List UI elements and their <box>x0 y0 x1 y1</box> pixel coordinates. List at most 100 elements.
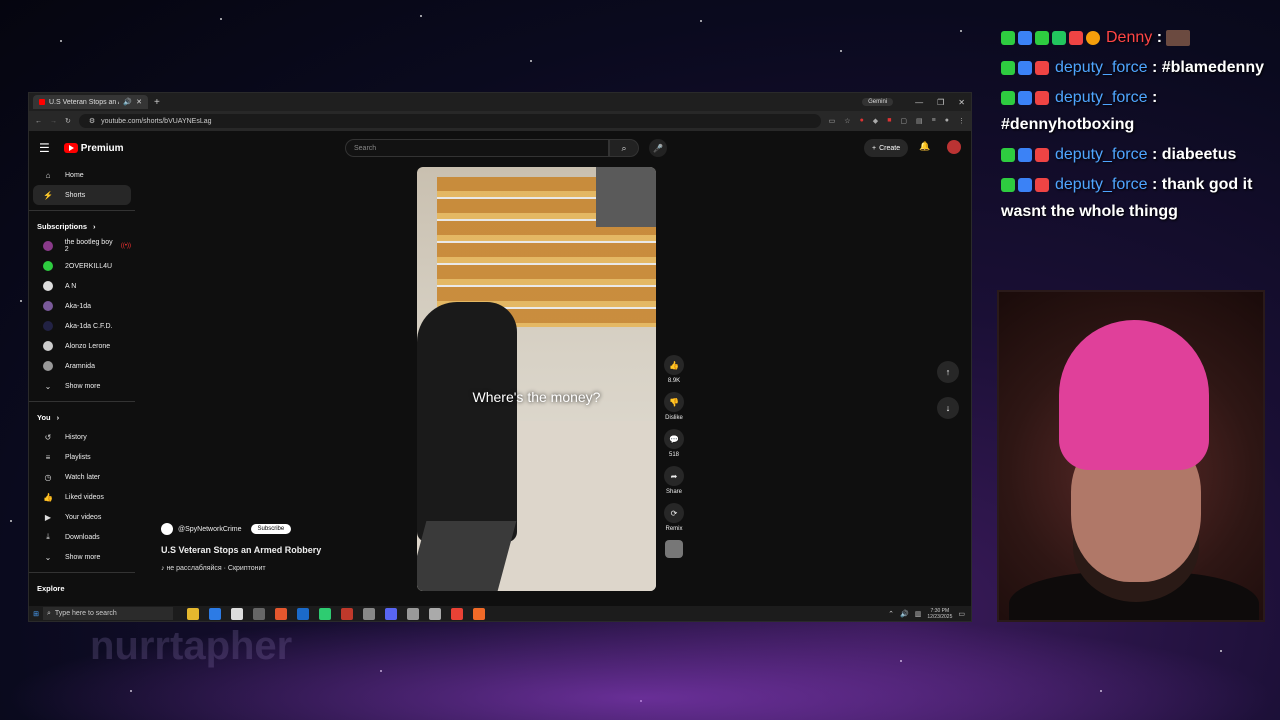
kick-badge-icon <box>1001 177 1015 192</box>
sidebar-item-watch-later[interactable]: ◷ Watch later <box>33 467 131 487</box>
dislike-button[interactable]: 👎 Dislike <box>661 392 687 421</box>
minimize-icon[interactable]: — <box>915 98 923 107</box>
thumbs-down-icon: 👎 <box>664 392 684 412</box>
chevron-up-icon[interactable]: ⌃ <box>888 610 894 618</box>
close-tab-icon[interactable]: ✕ <box>136 98 142 106</box>
volume-icon[interactable]: 🔊 <box>900 610 909 618</box>
previous-short-button[interactable]: ↑ <box>937 361 959 383</box>
home-icon: ⌂ <box>45 170 51 180</box>
extension-icon[interactable]: ◆ <box>873 117 878 125</box>
extension-icon[interactable]: ≡ <box>932 117 936 125</box>
create-button[interactable]: + Create <box>864 139 909 157</box>
sidebar-item-history[interactable]: ↺ History <box>33 427 131 447</box>
new-tab-icon[interactable]: + <box>154 97 160 108</box>
extension-icon[interactable]: ▢ <box>900 117 907 125</box>
taskbar-search-input[interactable]: ⌕ Type here to search <box>43 607 173 620</box>
bookmark-star-icon[interactable]: ☆ <box>844 117 850 125</box>
chat-text: diabeetus <box>1161 146 1237 163</box>
remix-button[interactable]: ⟳ Remix <box>661 503 687 532</box>
windows-start-icon[interactable]: ⊞ <box>29 610 43 618</box>
sidebar-item-your-videos[interactable]: ▶ Your videos <box>33 507 131 527</box>
sidebar-icon[interactable]: ▤ <box>916 117 923 125</box>
show-more-button[interactable]: ⌄ Show more <box>33 547 131 567</box>
subscription-item[interactable]: Alonzo Lerone <box>33 336 131 356</box>
channel-name[interactable]: @SpyNetworkCrime <box>178 526 242 533</box>
sidebar-item-liked-videos[interactable]: 👍 Liked videos <box>33 487 131 507</box>
notification-icon[interactable]: ▭ <box>958 610 965 618</box>
cast-icon[interactable]: ▭ <box>829 117 836 125</box>
gemini-button[interactable]: Gemini <box>862 98 894 106</box>
share-button[interactable]: ➦ Share <box>661 466 687 495</box>
like-button[interactable]: 👍 8.9K <box>661 355 687 384</box>
create-label: Create <box>879 144 901 152</box>
subscription-item[interactable]: Aramnida <box>33 356 131 376</box>
divider <box>29 572 135 573</box>
hamburger-menu-icon[interactable]: ☰ <box>39 141 50 155</box>
channel-avatar <box>43 261 53 271</box>
forward-icon[interactable]: → <box>50 118 57 125</box>
reload-icon[interactable]: ↻ <box>65 117 71 125</box>
xbox-icon[interactable] <box>319 607 331 620</box>
menu-kebab-icon[interactable]: ⋮ <box>958 117 965 125</box>
app-icon[interactable] <box>253 607 265 620</box>
url-field[interactable]: ⚙ youtube.com/shorts/bVUAYNEsLag <box>78 114 821 128</box>
edge-icon[interactable] <box>209 607 221 620</box>
sidebar-item-shorts[interactable]: ⚡ Shorts <box>33 185 131 205</box>
subscription-item[interactable]: 2OVERKILL4U <box>33 256 131 276</box>
shorts-video-player[interactable]: Where's the money? <box>417 167 656 591</box>
search-placeholder: Search <box>354 144 377 152</box>
sidebar-item-downloads[interactable]: ⤓ Downloads <box>33 527 131 547</box>
app-icon[interactable] <box>341 607 353 620</box>
next-short-button[interactable]: ↓ <box>937 397 959 419</box>
subscribe-button[interactable]: Subscribe <box>250 524 292 534</box>
search-input[interactable]: Search <box>345 139 609 157</box>
app-icon[interactable] <box>429 607 441 620</box>
app-icon[interactable] <box>473 607 485 620</box>
profile-icon[interactable]: ● <box>945 117 949 125</box>
file-explorer-icon[interactable] <box>187 607 199 620</box>
share-label: Share <box>665 489 682 495</box>
app-icon[interactable] <box>297 607 309 620</box>
one-badge-icon <box>1086 30 1100 45</box>
extension-icon[interactable]: ● <box>860 117 864 125</box>
channel-avatar[interactable] <box>161 523 173 535</box>
subscription-item[interactable]: A N <box>33 276 131 296</box>
chevron-down-icon: ⌄ <box>44 552 52 562</box>
youtube-logo[interactable]: Premium <box>63 143 124 154</box>
settings-icon[interactable] <box>363 607 375 620</box>
search-button[interactable]: ⌕ <box>609 139 639 157</box>
chat-username: deputy_force <box>1055 89 1148 106</box>
close-window-icon[interactable]: ✕ <box>958 98 965 107</box>
site-info-icon[interactable]: ⚙ <box>89 117 95 125</box>
subscription-item[interactable]: the bootleg boy 2 ((•)) <box>33 236 131 256</box>
prime-badge-icon <box>1018 30 1032 45</box>
comments-button[interactable]: 💬 518 <box>661 429 687 458</box>
firefox-icon[interactable] <box>275 607 287 620</box>
browser-tab[interactable]: U.S Veteran Stops an Armed ... 🔊 ✕ <box>33 95 148 109</box>
extension-icon[interactable]: ■ <box>887 117 891 125</box>
show-more-button[interactable]: ⌄ Show more <box>33 376 131 396</box>
back-icon[interactable]: ← <box>35 118 42 125</box>
notifications-bell-icon[interactable]: 🔔 <box>919 141 930 152</box>
network-icon[interactable]: ▥ <box>915 610 922 618</box>
discord-icon[interactable] <box>385 607 397 620</box>
app-icon[interactable] <box>407 607 419 620</box>
account-avatar[interactable] <box>947 140 961 154</box>
chrome-icon[interactable] <box>451 607 463 620</box>
sidebar-item-playlists[interactable]: ≡ Playlists <box>33 447 131 467</box>
subscription-item[interactable]: Aka-1da <box>33 296 131 316</box>
clock[interactable]: 7:30 PM 12/23/2025 <box>927 608 952 620</box>
maximize-icon[interactable]: ❐ <box>937 98 944 107</box>
store-icon[interactable] <box>231 607 243 620</box>
voice-search-button[interactable]: 🎤 <box>649 139 667 157</box>
subscriptions-header[interactable]: Subscriptions › <box>29 216 135 236</box>
music-label[interactable]: ♪ не расслабляйся · Скриптонит <box>161 565 321 572</box>
chat-message: Denny : <box>1001 24 1276 51</box>
sidebar-item-home[interactable]: ⌂ Home <box>33 165 131 185</box>
you-header[interactable]: You › <box>29 407 135 427</box>
video-title[interactable]: U.S Veteran Stops an Armed Robbery <box>161 545 321 555</box>
chat-text: #dennyhotboxing <box>1001 116 1135 133</box>
chat-badges <box>1001 30 1100 45</box>
audio-source-thumbnail[interactable] <box>665 540 683 558</box>
subscription-item[interactable]: Aka-1da C.F.D. <box>33 316 131 336</box>
